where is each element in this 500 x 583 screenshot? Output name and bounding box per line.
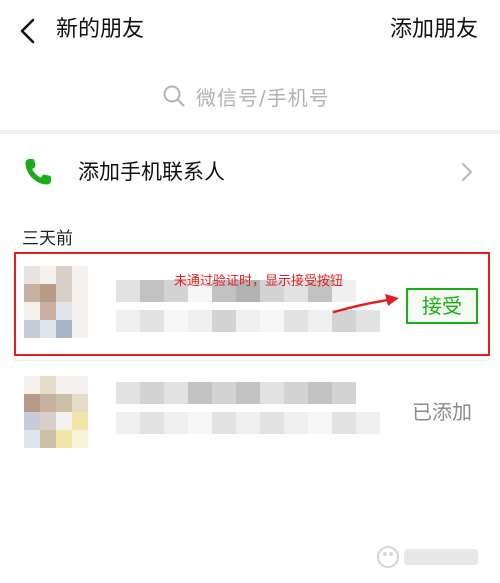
friend-request-row[interactable]: 已添加	[14, 366, 486, 462]
watermark-logo	[377, 546, 478, 568]
annotation-arrow-icon	[332, 294, 399, 314]
row-divider	[14, 360, 486, 361]
search-placeholder: 微信号/手机号	[196, 85, 330, 110]
back-button[interactable]	[14, 14, 44, 48]
chevron-left-icon	[20, 18, 35, 44]
search-icon	[163, 85, 185, 107]
blurred-request-message	[116, 412, 380, 434]
blurred-contact-name	[116, 382, 356, 404]
search-bar[interactable]: 微信号/手机号	[0, 62, 500, 130]
section-date-label: 三天前	[22, 229, 73, 249]
add-phone-contacts-row[interactable]: 添加手机联系人	[0, 134, 500, 210]
annotation-highlight-box	[14, 252, 490, 356]
phone-icon	[25, 159, 51, 185]
search-input[interactable]: 微信号/手机号	[162, 80, 330, 112]
top-bar: 新的朋友 添加朋友	[0, 0, 500, 62]
added-status-label: 已添加	[412, 400, 472, 424]
avatar	[24, 376, 88, 448]
annotation-text: 未通过验证时，显示接受按钮	[174, 274, 344, 289]
section-header: 三天前	[0, 210, 500, 254]
add-phone-contacts-label: 添加手机联系人	[78, 160, 225, 184]
add-friend-button[interactable]: 添加朋友	[390, 14, 478, 46]
chevron-right-icon	[462, 163, 472, 181]
page-title: 新的朋友	[56, 17, 145, 42]
